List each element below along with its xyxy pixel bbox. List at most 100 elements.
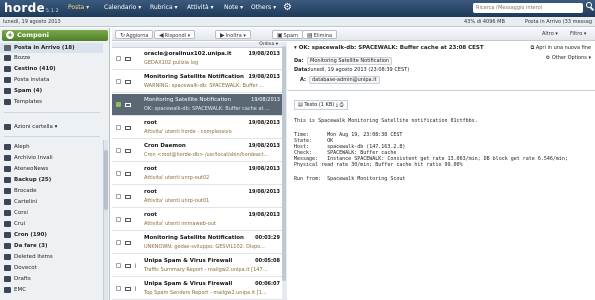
horde-logo[interactable]: horde5.1.2 [4, 1, 59, 15]
message-sender: Monitoring Satellite Notification [144, 97, 231, 103]
message-subject: Traffic Summary Report - mailgw2.unipa.i… [144, 267, 268, 273]
message-checkbox[interactable] [116, 263, 121, 268]
message-row[interactable]: root 19/08/2013 Attivita' utenti unrp-ou… [112, 186, 286, 208]
attachment-text[interactable]: ▤ Testo (1 KB) ⤓ ⎙ [294, 100, 348, 110]
folder-dovecot[interactable]: Dovecot [0, 263, 103, 273]
scrollbar-thumb[interactable] [104, 150, 108, 210]
folder-drafts[interactable]: Bozze [0, 53, 103, 63]
message-checkbox[interactable] [116, 102, 121, 107]
folder-icon [4, 124, 11, 130]
spam-button[interactable]: ▣Spam [272, 30, 303, 39]
print-icon[interactable]: ⎙ [340, 102, 344, 108]
message-sender: Monitoring Satellite Notification [144, 235, 244, 241]
reply-button[interactable]: ◀Rispondi ▾ [154, 30, 196, 39]
folder-aleph[interactable]: Aleph [0, 142, 103, 152]
delete-button[interactable]: ▤Elimina [302, 30, 338, 39]
folder-inbox[interactable]: Posta in Arrivo (18) [0, 43, 103, 53]
menu-calendario[interactable]: Calendario ▾ [104, 4, 141, 11]
message-row[interactable]: Monitoring Satellite Notification 00:03:… [112, 232, 286, 254]
folder-archivio[interactable]: Archivio Invali [0, 153, 103, 163]
folder-sent[interactable]: Posta inviata [0, 75, 103, 85]
message-list-scrollbar[interactable] [282, 42, 287, 300]
message-sender: oracle@oralinux102.unipa.it [144, 51, 232, 57]
folder-cartelini[interactable]: Cartelini [0, 197, 103, 207]
date-value: lunedì, 19 agosto 2013 (23:08:39 CEST) [309, 67, 410, 73]
preview-subject: ▾ OK: spacewalk-db: SPACEWALK: Buffer ca… [294, 45, 484, 51]
compose-button[interactable]: + Componi [2, 30, 108, 41]
date-label: Data: [294, 67, 310, 73]
envelope-icon [125, 195, 131, 199]
menu-attivita[interactable]: Attività ▾ [187, 4, 214, 11]
filter-menu[interactable]: Filtro ▾ [570, 31, 586, 37]
body-line: This is Spacewalk Monitoring Satellite n… [294, 118, 478, 124]
folder-backup[interactable]: Backup (25) [0, 175, 103, 185]
from-value[interactable]: Monitoring Satellite Notification [307, 57, 393, 65]
message-row[interactable]: root 19/08/2013 Attivita' utenti unrp-ou… [112, 163, 286, 185]
message-row-selected[interactable]: Monitoring Satellite Notification 19/08/… [112, 94, 286, 116]
download-icon[interactable]: ⤓ [336, 102, 338, 108]
folder-crui[interactable]: Crui [0, 219, 103, 229]
other-menu[interactable]: Altro ▾ [542, 31, 558, 37]
folder-brocade[interactable]: Brocade [0, 186, 103, 196]
message-checkbox[interactable] [116, 194, 121, 199]
message-checkbox[interactable] [116, 217, 121, 222]
message-row[interactable]: ⌇ Unipa Spam & Virus Firewall 00:05:08 T… [112, 255, 286, 277]
other-options-button[interactable]: ⚙ Other Options ▾ [546, 55, 591, 61]
sidebar-scrollbar[interactable] [103, 140, 108, 300]
message-sender: root [144, 212, 157, 218]
message-subject: UNKNOWN: gedas-sviluppo: GESVIL102: Disp… [144, 244, 265, 250]
message-checkbox[interactable] [116, 79, 121, 84]
message-row[interactable]: oracle@oralinux102.unipa.it 19/08/2013 G… [112, 48, 286, 70]
folder-deleted-items[interactable]: Deleted Items [0, 252, 103, 262]
sort-button[interactable]: Ordina ▾ [259, 42, 278, 47]
folder-trash[interactable]: Cestino (410) [0, 64, 103, 74]
folder-actions[interactable]: Azioni cartella ▾ [0, 122, 103, 132]
message-checkbox[interactable] [116, 148, 121, 153]
message-row[interactable]: root 19/08/2013 Attivita' utenti immaweb… [112, 209, 286, 231]
message-sender: Unipa Spam & Virus Firewall [144, 258, 233, 264]
folder-da-fare[interactable]: Da fare (3) [0, 241, 103, 251]
folder-icon [4, 177, 11, 183]
drafts-icon [4, 55, 11, 61]
folder-ateneonews[interactable]: AteneoNews [0, 164, 103, 174]
message-checkbox[interactable] [116, 286, 121, 291]
gear-icon[interactable]: ⚙ [283, 2, 292, 13]
search-icon[interactable] [586, 2, 592, 8]
refresh-icon: ↻ [120, 32, 126, 39]
menu-rubrica[interactable]: Rubrica ▾ [150, 4, 178, 11]
refresh-button[interactable]: ↻Aggiorna [115, 30, 154, 39]
folder-icon [4, 287, 11, 293]
message-row[interactable]: root 19/08/2013 Attivita' utenti horde -… [112, 117, 286, 139]
search-input[interactable]: Ricerca (Messaggio intero) [473, 3, 583, 13]
folder-templates[interactable]: Templates [0, 97, 103, 107]
envelope-icon [125, 57, 131, 61]
folder-cron[interactable]: Cron (190) [0, 230, 103, 240]
menu-others[interactable]: Others ▾ [251, 4, 276, 11]
to-value[interactable]: database-admin@unipa.it [309, 76, 380, 84]
scrollbar-thumb[interactable] [282, 46, 286, 281]
folder-emc[interactable]: EMC [0, 285, 103, 295]
open-new-window-link[interactable]: ⧉ Apri in una nuova fine [531, 45, 591, 51]
message-preview: ▾ OK: spacewalk-db: SPACEWALK: Buffer ca… [288, 42, 595, 300]
menu-posta[interactable]: Posta ▾ [68, 4, 89, 11]
message-sender: Unipa Spam & Virus Firewall [144, 281, 233, 287]
menu-note[interactable]: Note ▾ [224, 4, 243, 11]
message-checkbox[interactable] [116, 240, 121, 245]
message-row[interactable]: Monitoring Satellite Notification 19/08/… [112, 71, 286, 93]
message-row[interactable]: Cron Daemon 19/08/2013 Cron <root@horde-… [112, 140, 286, 162]
forward-button[interactable]: ▶Inoltra ▾ [215, 30, 251, 39]
message-sender: Cron Daemon [144, 143, 186, 149]
message-checkbox[interactable] [116, 125, 121, 130]
message-checkbox[interactable] [116, 171, 121, 176]
message-checkbox[interactable] [116, 56, 121, 61]
mail-toolbar: ↻Aggiorna ◀Rispondi ▾ ▶Inoltra ▾ ▣Spam ▤… [112, 28, 595, 41]
envelope-icon [125, 264, 131, 268]
message-subject: Attivita' utenti immaweb-out [144, 221, 216, 227]
message-row[interactable]: ⌇ Unipa Spam & Virus Firewall 00:06:07 T… [112, 278, 286, 300]
message-sender: root [144, 120, 157, 126]
folder-corsi[interactable]: Corsi [0, 208, 103, 218]
divider [4, 112, 100, 113]
folder-spam[interactable]: Spam (4) [0, 86, 103, 96]
top-bar: horde5.1.2 Posta ▾ Calendario ▾ Rubrica … [0, 0, 595, 17]
folder-drafts-2[interactable]: Drafts [0, 274, 103, 284]
